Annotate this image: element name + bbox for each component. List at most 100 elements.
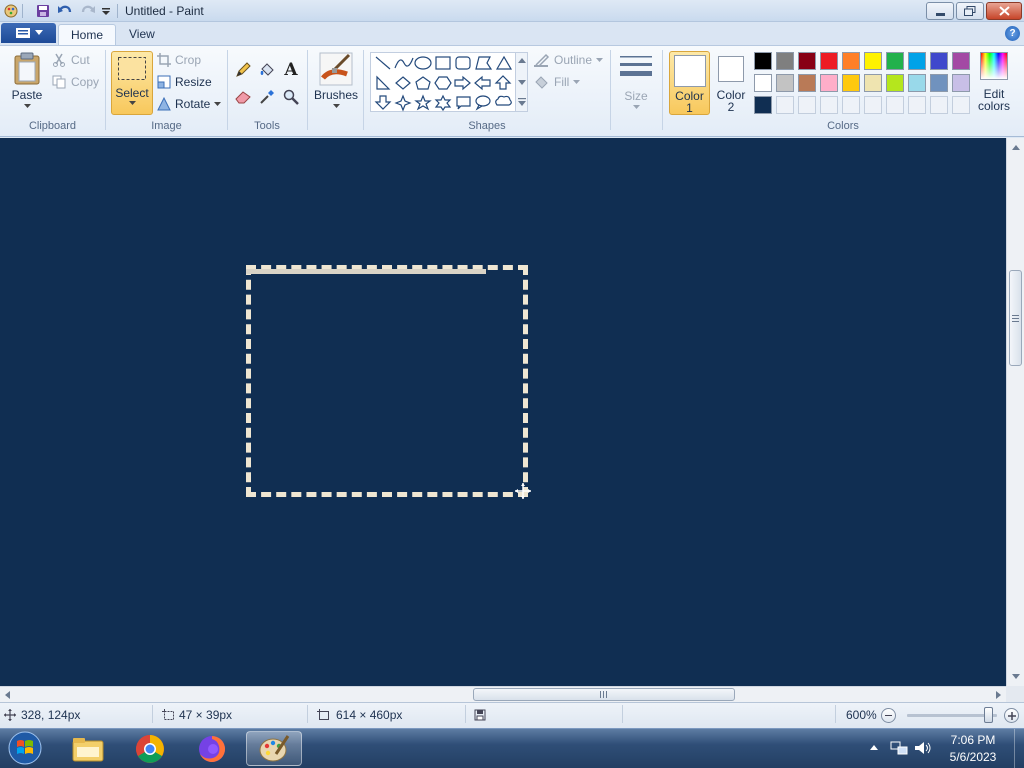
palette-swatch[interactable] (754, 96, 772, 114)
select-button[interactable]: Select (111, 51, 153, 115)
vertical-scrollbar[interactable] (1006, 138, 1024, 686)
plus-icon (1007, 711, 1016, 720)
fill-icon[interactable] (257, 60, 277, 80)
restore-button[interactable] (956, 2, 984, 20)
image-group-label: Image (151, 120, 182, 132)
rotate-button[interactable]: Rotate (157, 97, 222, 111)
help-icon[interactable]: ? (1005, 26, 1020, 41)
palette-empty-slot[interactable] (930, 96, 948, 114)
palette-swatch[interactable] (820, 74, 838, 92)
minimize-icon (935, 12, 945, 16)
cut-button[interactable]: Cut (52, 53, 90, 67)
palette-swatch[interactable] (908, 52, 926, 70)
palette-swatch[interactable] (776, 52, 794, 70)
color1-button[interactable]: Color 1 (669, 51, 710, 115)
minimize-button[interactable] (926, 2, 954, 20)
text-icon[interactable]: A (281, 60, 301, 80)
pencil-icon[interactable] (233, 60, 253, 80)
zoom-out-button[interactable] (881, 708, 896, 723)
palette-swatch[interactable] (952, 74, 970, 92)
palette-empty-slot[interactable] (798, 96, 816, 114)
crop-button[interactable]: Crop (157, 53, 201, 67)
status-divider (152, 705, 153, 723)
eraser-icon[interactable] (233, 87, 253, 107)
palette-swatch[interactable] (886, 74, 904, 92)
file-explorer-icon (72, 737, 104, 761)
zoom-slider-thumb[interactable] (983, 707, 993, 723)
tab-view[interactable]: View (117, 24, 167, 45)
palette-empty-slot[interactable] (952, 96, 970, 114)
zoom-in-button[interactable] (1004, 708, 1019, 723)
palette-empty-slot[interactable] (842, 96, 860, 114)
left-arrow-shape-icon (474, 75, 491, 91)
scroll-up-icon (1012, 145, 1020, 150)
edit-colors-button[interactable]: Edit colors (975, 52, 1013, 112)
palette-swatch[interactable] (864, 52, 882, 70)
palette-swatch[interactable] (754, 74, 772, 92)
show-desktop-button[interactable] (1014, 729, 1024, 768)
pentagon-shape-icon (415, 76, 431, 90)
taskbar-file-explorer[interactable] (60, 731, 116, 766)
taskbar-paint[interactable] (246, 731, 302, 766)
palette-empty-slot[interactable] (908, 96, 926, 114)
palette-swatch[interactable] (864, 74, 882, 92)
volume-icon[interactable] (914, 740, 932, 756)
outline-button[interactable]: Outline (534, 53, 604, 67)
palette-swatch[interactable] (930, 74, 948, 92)
shapes-gallery (370, 52, 528, 112)
shapes-scrollbar[interactable] (515, 53, 527, 111)
palette-empty-slot[interactable] (820, 96, 838, 114)
paste-button[interactable]: Paste (8, 52, 46, 109)
group-divider (662, 50, 663, 130)
save-icon[interactable] (35, 3, 51, 19)
redo-icon[interactable] (80, 3, 96, 19)
palette-swatch[interactable] (952, 52, 970, 70)
size-button[interactable]: Size (616, 53, 656, 110)
copy-button[interactable]: Copy (52, 75, 99, 89)
taskbar-chrome[interactable] (122, 731, 178, 766)
taskbar-firefox[interactable] (184, 731, 240, 766)
magnifier-icon[interactable] (281, 87, 301, 107)
palette-swatch[interactable] (930, 52, 948, 70)
chevron-down-icon (34, 30, 43, 35)
palette-swatch[interactable] (886, 52, 904, 70)
crop-icon (157, 53, 171, 67)
palette-empty-slot[interactable] (864, 96, 882, 114)
horizontal-scroll-thumb[interactable] (473, 688, 735, 701)
fill-dropdown-button[interactable]: Fill (534, 75, 581, 89)
paint-app-icon[interactable] (3, 3, 19, 19)
palette-swatch[interactable] (776, 74, 794, 92)
copy-icon (52, 75, 66, 89)
undo-icon[interactable] (57, 3, 73, 19)
paste-dropdown-icon (23, 104, 31, 108)
status-divider (835, 705, 836, 723)
color-picker-icon[interactable] (257, 87, 277, 107)
vertical-scroll-thumb[interactable] (1009, 270, 1022, 366)
resize-button[interactable]: Resize (157, 75, 212, 89)
start-button[interactable] (3, 729, 47, 767)
palette-swatch[interactable] (908, 74, 926, 92)
palette-swatch[interactable] (798, 52, 816, 70)
palette-swatch[interactable] (820, 52, 838, 70)
fill-dropdown-icon (573, 79, 581, 84)
palette-swatch[interactable] (842, 52, 860, 70)
paint-menu-button[interactable] (1, 23, 56, 43)
brushes-button[interactable]: Brushes (313, 52, 359, 109)
palette-empty-slot[interactable] (886, 96, 904, 114)
color2-button[interactable]: Color 2 (712, 51, 750, 115)
palette-swatch[interactable] (798, 74, 816, 92)
palette-swatch[interactable] (754, 52, 772, 70)
selection-rectangle[interactable] (246, 265, 528, 497)
five-point-star-shape-icon (414, 94, 432, 111)
canvas-workspace[interactable] (0, 138, 1006, 686)
palette-empty-slot[interactable] (776, 96, 794, 114)
close-button[interactable] (986, 2, 1022, 20)
tab-home[interactable]: Home (58, 24, 117, 45)
palette-swatch[interactable] (842, 74, 860, 92)
customize-dropdown-icon[interactable] (98, 3, 114, 19)
clock-time[interactable]: 7:06 PM (940, 733, 1006, 747)
network-icon[interactable] (890, 740, 908, 756)
clock-date[interactable]: 5/6/2023 (940, 750, 1006, 764)
horizontal-scrollbar[interactable] (0, 686, 1006, 702)
show-hidden-icons[interactable] (869, 743, 879, 751)
